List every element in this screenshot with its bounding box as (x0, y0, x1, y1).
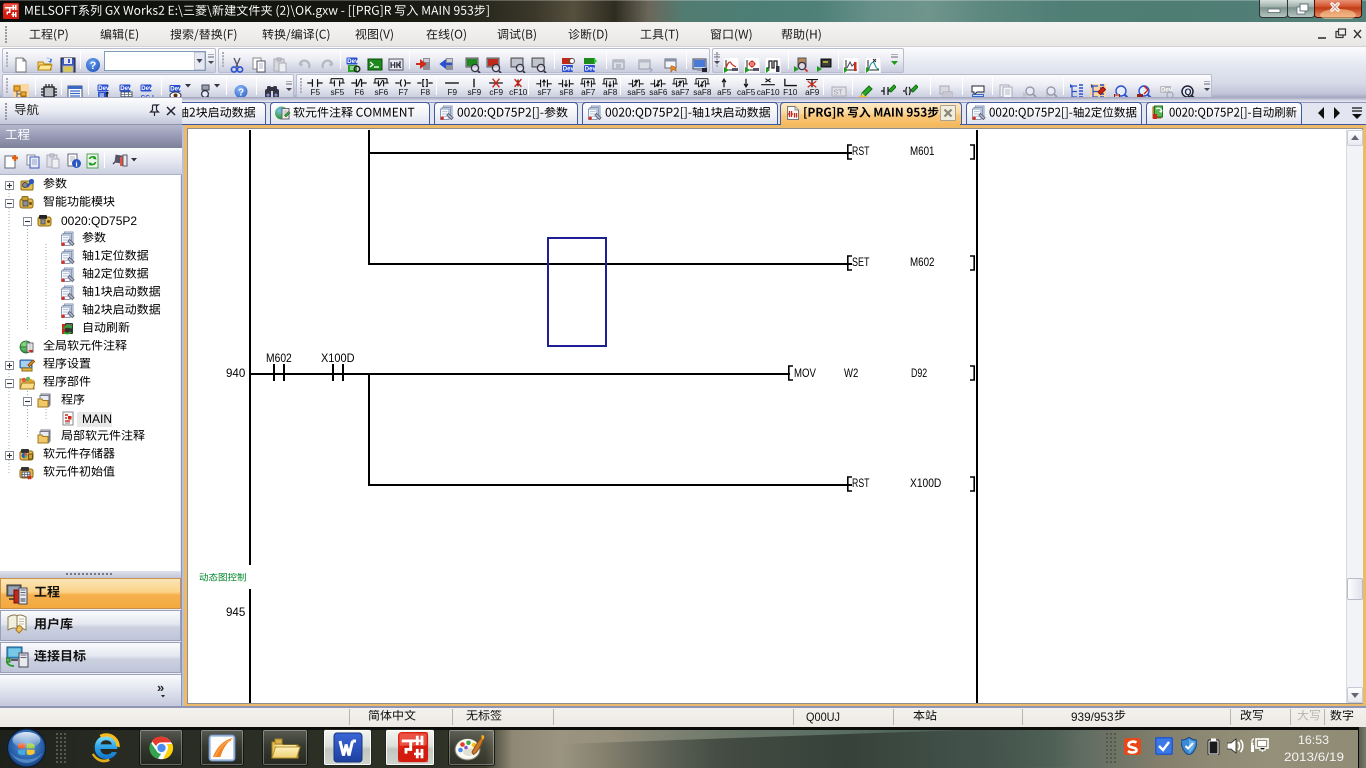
svg-text:M602: M602 (910, 255, 935, 269)
svg-text:940: 940 (226, 366, 245, 380)
svg-text:M602: M602 (266, 350, 292, 364)
svg-text:Dev: Dev (585, 67, 597, 73)
svg-text:Q: Q (1185, 87, 1192, 97)
svg-text:Dev: Dev (563, 67, 575, 73)
svg-text:X100D: X100D (910, 476, 941, 490)
svg-text:RST: RST (852, 144, 870, 158)
svg-text:16:53: 16:53 (1298, 733, 1329, 747)
svg-text:?: ? (90, 60, 97, 72)
svg-text:MOV: MOV (794, 365, 816, 379)
svg-text:ST: ST (834, 90, 844, 97)
svg-text:945: 945 (226, 605, 245, 619)
svg-text:Dev: Dev (347, 59, 359, 65)
svg-text:»: » (157, 680, 164, 695)
svg-text:Dev: Dev (120, 86, 132, 92)
svg-text:Q00UJ: Q00UJ (806, 710, 840, 724)
svg-text:i: i (75, 160, 77, 169)
svg-text:X100D: X100D (321, 351, 355, 365)
svg-text:939/953: 939/953 (1071, 710, 1114, 724)
svg-text:D92: D92 (911, 365, 927, 379)
svg-text:2013/6/19: 2013/6/19 (1284, 750, 1344, 764)
svg-text:SET: SET (852, 255, 870, 269)
svg-text:Dev: Dev (98, 86, 110, 92)
svg-text:M601: M601 (910, 144, 935, 158)
svg-text:Dev: Dev (141, 86, 153, 92)
svg-text:W2: W2 (844, 365, 858, 379)
svg-text:RST: RST (852, 476, 870, 490)
